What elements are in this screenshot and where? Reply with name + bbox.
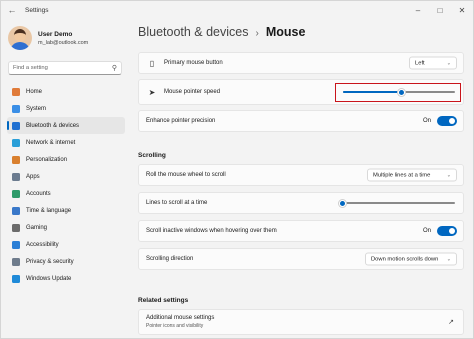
sidebar-item-network-internet[interactable]: Network & internet: [7, 134, 125, 151]
main-content: Bluetooth & devices › Mouse ▯ Primary mo…: [138, 21, 468, 339]
pointer-speed-label: Mouse pointer speed: [164, 89, 221, 95]
search-placeholder: Find a setting: [13, 65, 48, 71]
settings-window: ← Settings – □ ✕ User Demo m_lab@outlook…: [0, 0, 474, 339]
sidebar-item-accessibility[interactable]: Accessibility: [7, 236, 125, 253]
wheel-row: Roll the mouse wheel to scroll Multiple …: [138, 164, 464, 186]
user-name: User Demo: [38, 30, 73, 38]
avatar: [8, 26, 32, 50]
breadcrumb: Bluetooth & devices › Mouse: [138, 25, 305, 39]
search-input[interactable]: Find a setting ⚲: [8, 61, 122, 75]
apps-icon: [12, 172, 20, 181]
sidebar-item-personalization[interactable]: Personalization: [7, 151, 125, 168]
inactive-label: Scroll inactive windows when hovering ov…: [146, 228, 277, 234]
sidebar-item-label: Accounts: [26, 190, 51, 197]
sidebar-item-system[interactable]: System: [7, 100, 125, 117]
direction-row: Scrolling direction Down motion scrolls …: [138, 248, 464, 270]
system-icon: [12, 104, 20, 113]
primary-button-value: Left: [415, 60, 425, 66]
breadcrumb-separator: ›: [255, 28, 259, 39]
related-section-title: Related settings: [138, 297, 189, 304]
sidebar-item-label: Network & internet: [26, 139, 76, 146]
lines-label: Lines to scroll at a time: [146, 200, 208, 206]
close-icon[interactable]: ✕: [451, 1, 473, 19]
additional-settings-sublabel: Pointer icons and visibility: [146, 323, 204, 329]
search-icon: ⚲: [111, 65, 117, 72]
external-link-icon: ↗: [448, 319, 454, 326]
time-language-icon: [12, 206, 20, 215]
wheel-label: Roll the mouse wheel to scroll: [146, 172, 226, 178]
precision-toggle[interactable]: [437, 116, 457, 126]
primary-button-label: Primary mouse button: [164, 60, 223, 66]
chevron-down-icon: ⌄: [446, 60, 451, 66]
sidebar-item-label: System: [26, 105, 47, 112]
minimize-icon[interactable]: –: [407, 1, 429, 19]
sidebar-item-label: Gaming: [26, 224, 48, 231]
wheel-dropdown[interactable]: Multiple lines at a time ⌄: [367, 168, 457, 182]
back-arrow-icon[interactable]: ←: [5, 3, 19, 17]
bluetooth-icon: [12, 121, 20, 130]
network-icon: [12, 138, 20, 147]
precision-label: Enhance pointer precision: [146, 118, 216, 124]
sidebar-item-label: Personalization: [26, 156, 68, 163]
direction-dropdown[interactable]: Down motion scrolls down ⌄: [365, 252, 457, 266]
sidebar-item-privacy-security[interactable]: Privacy & security: [7, 253, 125, 270]
sidebar-item-windows-update[interactable]: Windows Update: [7, 270, 125, 287]
sidebar-item-label: Bluetooth & devices: [26, 122, 80, 129]
inactive-state: On: [422, 228, 431, 234]
sidebar-item-label: Time & language: [26, 207, 72, 214]
sidebar-item-time-language[interactable]: Time & language: [7, 202, 125, 219]
highlight-box: [335, 83, 461, 102]
wheel-value: Multiple lines at a time: [373, 172, 431, 178]
shield-icon: [12, 257, 20, 266]
direction-label: Scrolling direction: [146, 256, 194, 262]
user-profile[interactable]: User Demo m_lab@outlook.com: [8, 26, 88, 50]
inactive-toggle[interactable]: [437, 226, 457, 236]
page-title: Mouse: [265, 25, 306, 39]
sidebar-item-label: Privacy & security: [26, 258, 74, 265]
scrolling-section-title: Scrolling: [138, 152, 166, 159]
primary-button-row: ▯ Primary mouse button Left ⌄: [138, 52, 464, 74]
maximize-icon[interactable]: □: [429, 1, 451, 19]
user-email: m_lab@outlook.com: [38, 39, 89, 46]
breadcrumb-parent[interactable]: Bluetooth & devices: [138, 25, 249, 39]
home-icon: [12, 87, 20, 96]
precision-row: Enhance pointer precision On: [138, 110, 464, 132]
gaming-icon: [12, 223, 20, 232]
sidebar-item-accounts[interactable]: Accounts: [7, 185, 125, 202]
sidebar-item-bluetooth-devices[interactable]: Bluetooth & devices: [7, 117, 125, 134]
windows-update-icon: [12, 274, 20, 283]
additional-settings-row[interactable]: Additional mouse settings Pointer icons …: [138, 309, 464, 335]
sidebar: User Demo m_lab@outlook.com Find a setti…: [1, 21, 129, 339]
precision-state: On: [422, 118, 431, 124]
accessibility-icon: [12, 240, 20, 249]
direction-value: Down motion scrolls down: [371, 256, 439, 262]
sidebar-item-home[interactable]: Home: [7, 83, 125, 100]
mouse-icon: ▯: [149, 58, 155, 68]
sidebar-item-apps[interactable]: Apps: [7, 168, 125, 185]
lines-slider[interactable]: [338, 198, 455, 208]
sidebar-item-gaming[interactable]: Gaming: [7, 219, 125, 236]
additional-settings-label: Additional mouse settings: [146, 315, 215, 321]
personalization-icon: [12, 155, 20, 164]
title-bar: ← Settings – □ ✕: [1, 1, 473, 19]
accounts-icon: [12, 189, 20, 198]
window-controls: – □ ✕: [407, 1, 473, 19]
chevron-down-icon: ⌄: [446, 256, 451, 262]
primary-button-dropdown[interactable]: Left ⌄: [409, 56, 457, 70]
pointer-icon: ➤: [148, 87, 156, 97]
sidebar-item-label: Accessibility: [26, 241, 59, 248]
sidebar-item-label: Home: [26, 88, 43, 95]
app-title: Settings: [25, 6, 49, 14]
chevron-down-icon: ⌄: [446, 172, 451, 178]
sidebar-nav: Home System Bluetooth & devices Network & i…: [7, 83, 125, 287]
sidebar-item-label: Apps: [26, 173, 40, 180]
lines-thumb[interactable]: [338, 199, 346, 207]
inactive-row: Scroll inactive windows when hovering ov…: [138, 220, 464, 242]
lines-row: Lines to scroll at a time: [138, 192, 464, 214]
sidebar-item-label: Windows Update: [26, 275, 72, 282]
